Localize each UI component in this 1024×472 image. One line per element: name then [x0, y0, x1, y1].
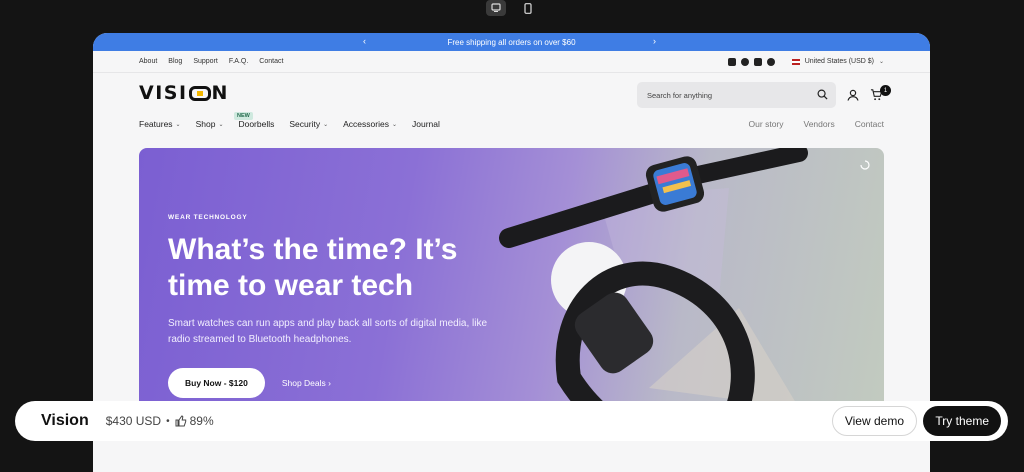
- util-link-about[interactable]: About: [139, 58, 157, 65]
- cart-count-badge: 1: [880, 85, 891, 96]
- util-link-support[interactable]: Support: [193, 58, 218, 65]
- nav-item-accessories[interactable]: Accessories ⌄: [343, 119, 397, 129]
- hero-content: WEAR TECHNOLOGY What’s the time? It’s ti…: [168, 214, 488, 398]
- nav-item-doorbells[interactable]: Doorbells: [238, 119, 274, 129]
- nav-link-our-story[interactable]: Our story: [749, 119, 784, 129]
- locale-selector[interactable]: United States (USD $): [805, 58, 874, 65]
- tiktok-icon[interactable]: [766, 57, 775, 66]
- site-header: VISI N Search for anything: [93, 73, 930, 113]
- theme-price: $430 USD: [105, 414, 162, 428]
- nav-item-journal[interactable]: Journal: [412, 119, 440, 129]
- announcement-bar: ‹ Free shipping all orders on over $60 ›: [93, 33, 930, 51]
- hero-banner: WEAR TECHNOLOGY What’s the time? It’s ti…: [139, 148, 884, 438]
- vision-logo[interactable]: VISI N: [139, 82, 229, 104]
- announcement-prev-icon[interactable]: ‹: [363, 36, 366, 46]
- chevron-down-icon: ⌄: [878, 59, 884, 65]
- hero-eyebrow: WEAR TECHNOLOGY: [168, 214, 248, 221]
- hero-subtext: Smart watches can run apps and play back…: [168, 318, 488, 345]
- nav-link-vendors[interactable]: Vendors: [804, 119, 835, 129]
- buy-now-button[interactable]: Buy Now - $120: [168, 368, 265, 398]
- util-link-faq[interactable]: F.A.Q.: [229, 58, 248, 65]
- instagram-icon[interactable]: [753, 57, 762, 66]
- mobile-icon[interactable]: [518, 0, 538, 16]
- us-flag-icon: [791, 58, 800, 65]
- search-placeholder: Search for anything: [647, 90, 713, 100]
- util-link-blog[interactable]: Blog: [168, 58, 182, 65]
- separator-dot: •: [166, 415, 170, 427]
- nav-item-security[interactable]: Security ⌄: [289, 119, 328, 129]
- logo-mark-icon: [188, 85, 211, 101]
- nav-item-features[interactable]: Features ⌄: [139, 119, 181, 129]
- try-theme-button[interactable]: Try theme: [923, 406, 1001, 436]
- theme-rating: 89%: [175, 414, 214, 428]
- nav-item-shop[interactable]: Shop ⌄: [196, 119, 224, 129]
- theme-name: Vision: [41, 412, 89, 429]
- chevron-down-icon: ⌄: [175, 121, 181, 128]
- desktop-icon[interactable]: [486, 0, 506, 16]
- utility-bar: About Blog Support F.A.Q. Contact United…: [93, 51, 930, 73]
- search-input[interactable]: Search for anything: [637, 82, 836, 108]
- chevron-right-icon: ›: [328, 378, 331, 388]
- search-icon[interactable]: [817, 89, 828, 100]
- chevron-down-icon: ⌄: [323, 121, 329, 128]
- util-link-contact[interactable]: Contact: [259, 58, 283, 65]
- hero-headline: What’s the time? It’s time to wear tech: [168, 233, 458, 302]
- device-toggle: [486, 0, 538, 16]
- chevron-down-icon: ⌄: [218, 121, 224, 128]
- main-nav: Features ⌄ Shop ⌄ Doorbells Security ⌄ Acce…: [93, 112, 930, 135]
- new-badge: NEW: [234, 112, 253, 120]
- facebook-icon[interactable]: [727, 57, 736, 66]
- account-icon[interactable]: [847, 89, 859, 101]
- chevron-down-icon: ⌄: [391, 121, 397, 128]
- shop-deals-link[interactable]: Shop Deals ›: [282, 378, 331, 388]
- x-icon[interactable]: [740, 57, 749, 66]
- theme-purchase-bar: Vision $430 USD • 89% View demo Try them…: [15, 401, 1008, 441]
- view-demo-button[interactable]: View demo: [831, 406, 917, 436]
- announcement-text: Free shipping all orders on over $60: [447, 37, 576, 47]
- smartwatch-image: [499, 148, 808, 438]
- announcement-next-icon[interactable]: ›: [653, 36, 656, 46]
- thumbs-up-icon: [175, 415, 186, 427]
- nav-link-contact[interactable]: Contact: [855, 119, 884, 129]
- loading-spinner-icon: [860, 160, 870, 170]
